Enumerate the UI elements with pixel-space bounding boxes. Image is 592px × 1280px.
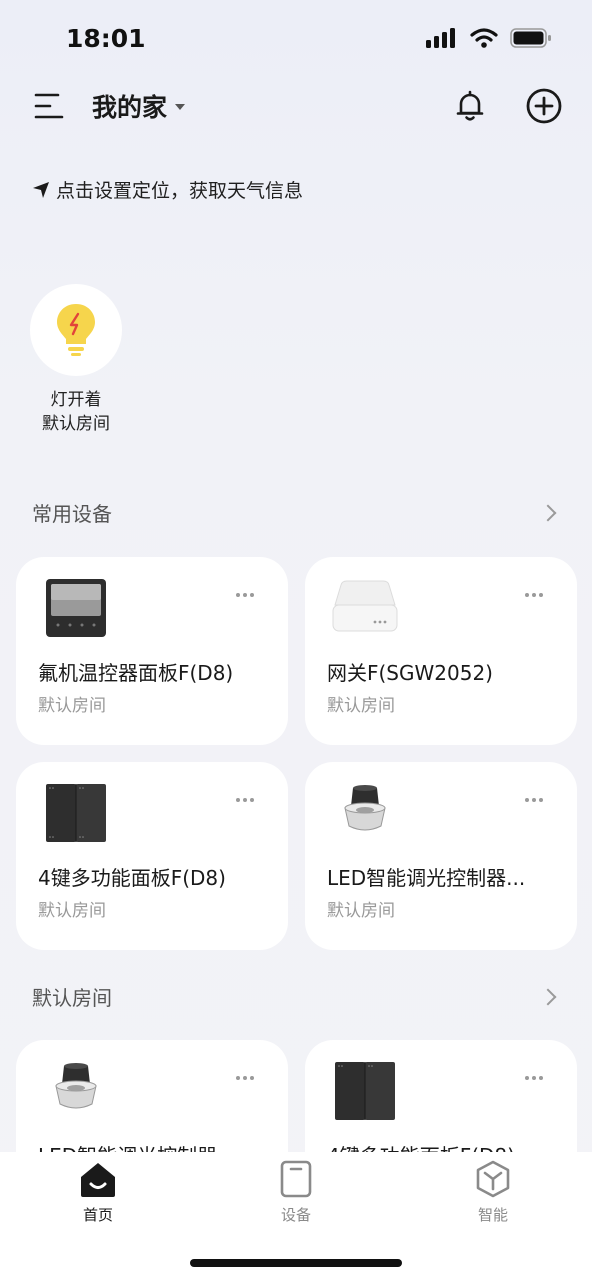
lightbulb-icon	[57, 304, 95, 356]
scene-name: 灯开着	[50, 390, 102, 410]
tab-home[interactable]: 首页	[48, 1160, 148, 1225]
scene-icon-wrapper	[30, 284, 122, 376]
led-downlight-image	[55, 1063, 97, 1109]
section-default-room[interactable]: 默认房间	[32, 982, 560, 1011]
device-card[interactable]: 网关F(SGW2052) 默认房间	[305, 557, 577, 745]
tab-label: 智能	[477, 1206, 508, 1224]
device-card[interactable]: 氟机温控器面板F(D8) 默认房间	[16, 557, 288, 745]
home-icon	[81, 1163, 115, 1197]
led-downlight-image	[344, 785, 386, 831]
tab-devices[interactable]: 设备	[246, 1160, 346, 1225]
more-options-icon[interactable]	[236, 1076, 254, 1080]
menu-icon[interactable]	[34, 92, 64, 120]
caret-down-icon	[175, 104, 186, 110]
tab-smart[interactable]: 智能	[443, 1160, 543, 1225]
device-icon	[280, 1160, 312, 1198]
more-options-icon[interactable]	[525, 593, 543, 597]
scene-item[interactable]: 灯开着 默认房间	[24, 284, 128, 436]
thermostat-panel-image	[46, 579, 106, 637]
location-prompt[interactable]: 点击设置定位，获取天气信息	[32, 176, 303, 203]
more-options-icon[interactable]	[525, 798, 543, 802]
location-arrow-icon	[33, 181, 49, 198]
add-icon[interactable]	[525, 87, 563, 125]
wifi-icon	[470, 28, 498, 48]
device-room: 默认房间	[38, 696, 106, 716]
home-name: 我的家	[92, 93, 168, 122]
tab-label: 设备	[280, 1206, 311, 1224]
section-frequent-devices[interactable]: 常用设备	[32, 498, 560, 527]
scene-room: 默认房间	[42, 414, 110, 434]
device-name: 4键多功能面板F(D8)	[38, 866, 226, 890]
battery-icon	[510, 28, 551, 48]
status-time: 18:01	[66, 24, 146, 53]
device-name: 网关F(SGW2052)	[327, 661, 493, 685]
device-room: 默认房间	[327, 901, 395, 921]
cellular-signal-icon	[426, 28, 455, 48]
section-title: 常用设备	[32, 502, 112, 526]
more-options-icon[interactable]	[236, 593, 254, 597]
chevron-right-icon	[539, 504, 557, 521]
status-bar: 18:01	[0, 0, 592, 80]
device-card[interactable]: LED智能调光控制器... 默认房间	[305, 762, 577, 950]
header: 我的家	[0, 80, 592, 136]
device-name: 氟机温控器面板F(D8)	[38, 661, 234, 685]
section-title: 默认房间	[32, 986, 112, 1010]
device-room: 默认房间	[38, 901, 106, 921]
location-text: 点击设置定位，获取天气信息	[56, 180, 304, 202]
device-name: LED智能调光控制器...	[327, 866, 526, 890]
home-selector[interactable]: 我的家	[92, 88, 186, 124]
bell-icon[interactable]	[452, 88, 488, 124]
smart-icon	[476, 1160, 510, 1198]
gateway-image	[332, 580, 398, 632]
device-room: 默认房间	[327, 696, 395, 716]
device-card[interactable]: 4键多功能面板F(D8) 默认房间	[16, 762, 288, 950]
chevron-right-icon	[539, 988, 557, 1005]
home-indicator	[190, 1259, 402, 1267]
switch-panel-image	[335, 1062, 395, 1120]
tab-label: 首页	[82, 1206, 113, 1224]
status-icons	[426, 28, 552, 48]
more-options-icon[interactable]	[525, 1076, 543, 1080]
more-options-icon[interactable]	[236, 798, 254, 802]
switch-panel-image	[46, 784, 106, 842]
